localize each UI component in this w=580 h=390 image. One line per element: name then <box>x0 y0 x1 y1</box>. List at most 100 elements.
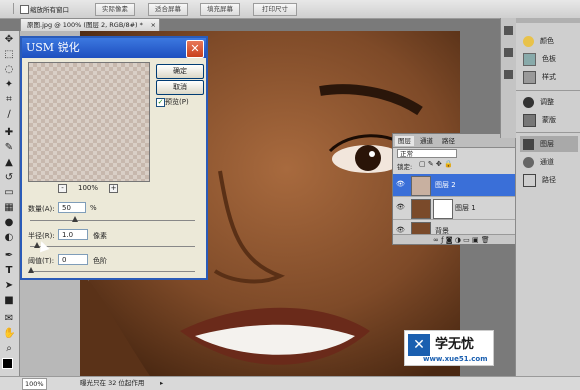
threshold-slider-track[interactable] <box>30 271 195 272</box>
usm-sharpen-dialog: USM 锐化 ✕ 确定 取消 ✓ 预览(P) - 100% + 数量(A): 5… <box>20 36 208 280</box>
hand-icon[interactable]: ✋ <box>3 328 15 340</box>
layers-icon <box>523 138 534 150</box>
crop-icon[interactable]: ⌗ <box>3 94 15 106</box>
adjustments-icon <box>523 96 534 108</box>
fit-screen-button[interactable]: 适合屏幕 <box>148 3 188 16</box>
document-tab[interactable]: 原图.jpg @ 100% (图层 2, RGB/8#) * × <box>20 18 160 31</box>
radius-slider-track[interactable] <box>30 246 195 247</box>
status-bar: 100% 曝光只在 32 位起作用 ▸ <box>0 376 580 390</box>
fill-screen-button[interactable]: 填充屏幕 <box>200 3 240 16</box>
new-layer-icon[interactable]: ▣ <box>472 236 479 244</box>
ok-button[interactable]: 确定 <box>156 64 204 79</box>
amount-input[interactable]: 50 <box>58 202 86 213</box>
tab-layers[interactable]: 图层 <box>395 136 414 146</box>
eyedropper-icon[interactable]: ∕ <box>3 109 15 121</box>
notes-icon[interactable]: ✉ <box>3 313 15 325</box>
layer-row[interactable]: 👁 背景 <box>393 220 528 235</box>
toolbox: ✥ ⬚ ◌ ✦ ⌗ ∕ ✚ ✎ ▲ ↺ ▭ ▦ ● ◐ ✒ T ➤ ■ ✉ ✋ … <box>0 31 20 376</box>
gradient-icon[interactable]: ▦ <box>3 202 15 214</box>
amount-slider-thumb[interactable] <box>72 216 78 222</box>
trash-icon[interactable]: 🗑 <box>481 236 490 244</box>
dock-item-adjustments[interactable]: 调整 <box>520 94 578 110</box>
eye-icon[interactable]: 👁 <box>396 227 405 234</box>
lock-label: 锁定: <box>397 163 413 171</box>
actual-pixels-button[interactable]: 实际像素 <box>95 3 135 16</box>
zoom-level-field[interactable]: 100% <box>22 378 47 390</box>
blend-mode-select[interactable]: 正常 <box>397 149 457 158</box>
print-size-button[interactable]: 打印尺寸 <box>253 3 297 16</box>
blur-icon[interactable]: ● <box>3 217 15 229</box>
channels-icon <box>523 156 534 168</box>
cancel-button[interactable]: 取消 <box>156 80 204 95</box>
marquee-icon[interactable]: ⬚ <box>3 49 15 61</box>
magic-wand-icon[interactable]: ✦ <box>3 79 15 91</box>
document-tab-title: 原图.jpg @ 100% (图层 2, RGB/8#) * <box>27 21 143 29</box>
eraser-icon[interactable]: ▭ <box>3 187 15 199</box>
pen-icon[interactable]: ✒ <box>3 250 15 262</box>
radius-input[interactable]: 1.0 <box>58 229 88 240</box>
clone-stamp-icon[interactable]: ▲ <box>3 157 15 169</box>
dock-divider <box>516 90 580 91</box>
logo-icon: ✕ <box>408 334 430 356</box>
lock-icons[interactable]: ▢ ✎ ✥ 🔒 <box>419 160 453 168</box>
tab-channels[interactable]: 通道 <box>417 136 436 146</box>
paths-icon <box>523 173 536 187</box>
watermark-logo: ✕ 学无忧 www.xue51.com <box>404 330 494 366</box>
dock-item-swatches[interactable]: 色板 <box>520 51 578 67</box>
layer-row[interactable]: 👁 图层 2 <box>393 174 528 197</box>
preview-checkbox[interactable]: ✓ <box>156 98 165 107</box>
eye-icon[interactable]: 👁 <box>396 181 405 188</box>
mask-icon[interactable]: ◙ <box>446 236 453 244</box>
dialog-title: USM 锐化 <box>26 41 80 54</box>
foreground-color-swatch[interactable] <box>2 358 13 369</box>
history-brush-icon[interactable]: ↺ <box>3 172 15 184</box>
panel-dock: 颜色 色板 样式 调整 蒙版 图层 通道 路径 <box>515 18 580 376</box>
layer-row[interactable]: 👁 图层 1 <box>393 197 528 220</box>
zoom-in-button[interactable]: + <box>109 184 118 193</box>
dock-item-styles[interactable]: 样式 <box>520 69 578 85</box>
dock-item-paths[interactable]: 路径 <box>520 172 578 188</box>
tab-paths[interactable]: 路径 <box>439 136 458 146</box>
threshold-slider-thumb[interactable] <box>28 267 34 273</box>
type-icon[interactable]: T <box>3 265 15 277</box>
styles-icon <box>523 70 536 84</box>
threshold-input[interactable]: 0 <box>58 254 88 265</box>
path-selection-icon[interactable]: ➤ <box>3 280 15 292</box>
dock-item-masks[interactable]: 蒙版 <box>520 112 578 128</box>
zoom-all-windows-label: 缩放所有窗口 <box>30 6 69 14</box>
move-icon[interactable]: ✥ <box>3 34 15 46</box>
layer-thumbnail <box>411 176 431 196</box>
dodge-icon[interactable]: ◐ <box>3 232 15 244</box>
shape-icon[interactable]: ■ <box>3 295 15 307</box>
adjustment-icon[interactable]: ◑ <box>455 236 461 244</box>
zoom-icon[interactable]: ⌕ <box>3 343 15 355</box>
brush-icon[interactable]: ✎ <box>3 142 15 154</box>
close-icon[interactable]: ✕ <box>186 40 204 58</box>
radius-label: 半径(R): <box>28 232 55 240</box>
layer-thumbnail <box>411 199 431 219</box>
link-icon[interactable]: ∞ <box>433 236 439 244</box>
dock-item-color[interactable]: 颜色 <box>520 33 578 49</box>
fx-icon[interactable]: ƒ <box>441 236 443 244</box>
lasso-icon[interactable]: ◌ <box>3 64 15 76</box>
layers-panel: 图层 通道 路径 正常 锁定: ▢ ✎ ✥ 🔒 👁 图层 2 👁 图层 1 👁 … <box>392 133 529 245</box>
preview-window[interactable] <box>28 62 150 182</box>
history-icon[interactable] <box>504 26 513 35</box>
amount-slider-track[interactable] <box>30 220 195 221</box>
actions-icon[interactable] <box>504 48 513 57</box>
eye-icon[interactable]: 👁 <box>396 204 405 211</box>
collapsed-panel-column <box>500 18 516 138</box>
healing-brush-icon[interactable]: ✚ <box>3 127 15 139</box>
zoom-out-button[interactable]: - <box>58 184 67 193</box>
layers-panel-footer: ∞ ƒ ◙ ◑ ▭ ▣ 🗑 <box>393 234 528 244</box>
folder-icon[interactable]: ▭ <box>463 236 470 244</box>
dialog-title-bar[interactable]: USM 锐化 <box>22 38 206 58</box>
zoom-all-windows-checkbox[interactable] <box>20 5 29 14</box>
masks-icon <box>523 113 536 127</box>
dock-item-layers[interactable]: 图层 <box>520 136 578 152</box>
dock-item-channels[interactable]: 通道 <box>520 154 578 170</box>
dock-divider <box>516 132 580 133</box>
layer-name: 图层 2 <box>435 181 456 189</box>
status-arrow-icon[interactable]: ▸ <box>160 377 163 390</box>
info-icon[interactable] <box>504 70 513 79</box>
